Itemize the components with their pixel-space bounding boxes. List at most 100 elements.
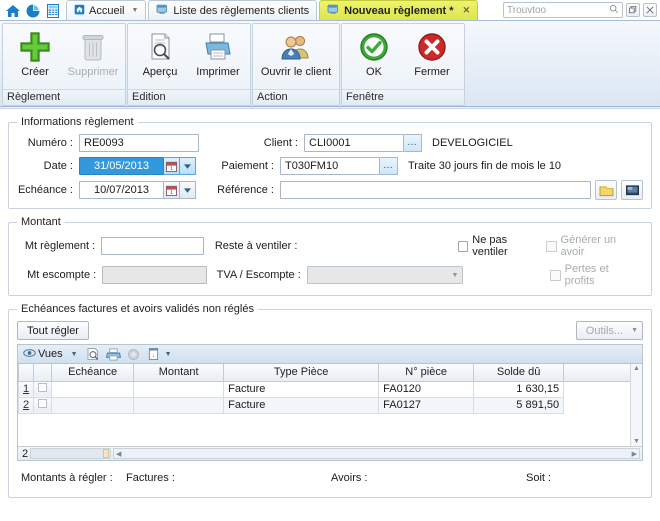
avoirs-label: Avoirs : <box>331 472 368 484</box>
table-row[interactable]: 1 Facture FA0120 1 630,15 <box>18 380 642 398</box>
apercu-button[interactable]: Aperçu <box>132 27 188 78</box>
count-slider[interactable] <box>30 448 111 459</box>
date-input[interactable]: 31/05/2013 <box>79 157 164 175</box>
eye-icon <box>23 348 36 361</box>
table-row[interactable]: 2 Facture FA0127 5 891,50 <box>18 396 642 414</box>
cell-solde-du: 5 891,50 <box>473 396 565 414</box>
supprimer-button[interactable]: Supprimer <box>65 27 121 78</box>
chevron-down-icon[interactable]: ▼ <box>131 7 138 14</box>
grid-status-scrollbar: 2 ◀ ▶ <box>18 446 642 460</box>
soit-label: Soit : <box>526 472 552 484</box>
ribbon-group-reglement: Créer Supprimer Règlement <box>2 23 126 106</box>
table-header: Echéance Montant Type Pièce N° pièce Sol… <box>18 364 642 382</box>
checkbox-box <box>546 240 557 252</box>
informations-reglement-legend: Informations règlement <box>21 116 134 128</box>
ne-pas-ventiler-label: Ne pas ventiler <box>472 234 508 258</box>
chevron-down-icon[interactable]: ▼ <box>447 272 462 279</box>
home-icon <box>74 4 85 18</box>
mt-reglement-label: Mt règlement : <box>24 240 96 252</box>
client-browse-button[interactable]: … <box>404 134 422 152</box>
tab-liste-reglements-clients[interactable]: Liste des règlements clients <box>148 0 318 20</box>
row-select-checkbox[interactable] <box>33 396 53 414</box>
date-field[interactable]: 31/05/2013 1 <box>79 157 196 175</box>
home-icon[interactable] <box>5 3 21 19</box>
outils-button[interactable]: Outils... ▼ <box>575 321 643 340</box>
search-input[interactable]: Trouvtoo <box>503 2 623 18</box>
close-icon[interactable]: ✕ <box>463 5 471 16</box>
paiement-browse-button[interactable]: … <box>380 157 398 175</box>
form-page: Informations règlement Numéro : RE0093 C… <box>0 108 660 521</box>
row-mt-reglement: Mt règlement : Reste à ventiler : Ne pas… <box>17 234 643 258</box>
totals-bar: Montants à régler : Factures : Avoirs : … <box>17 467 643 489</box>
vertical-scrollbar[interactable]: ▲ ▼ <box>630 364 642 446</box>
col-rownum <box>18 364 35 382</box>
col-type-piece[interactable]: Type Pièce <box>223 364 380 382</box>
client-input[interactable]: CLI0001 <box>304 134 404 152</box>
generer-un-avoir-checkbox[interactable]: Générer un avoir <box>546 234 637 258</box>
grid-preview-button[interactable] <box>84 346 102 362</box>
montant-group: Montant Mt règlement : Reste à ventiler … <box>8 216 652 296</box>
imprimer-label: Imprimer <box>196 66 240 78</box>
col-echeance[interactable]: Echéance <box>51 364 135 382</box>
creer-button[interactable]: Créer <box>7 27 63 78</box>
checkbox-box <box>550 269 561 281</box>
calendar-icon[interactable]: 1 <box>164 181 180 199</box>
echeances-table: Echéance Montant Type Pièce N° pièce Sol… <box>18 364 642 414</box>
tout-regler-button[interactable]: Tout régler <box>17 321 89 340</box>
grid-export-button[interactable]: ↓ ▼ <box>146 346 174 362</box>
vues-label: Vues <box>38 348 63 360</box>
col-select[interactable] <box>33 364 53 382</box>
note-button[interactable] <box>595 180 617 200</box>
scroll-left-icon[interactable]: ◀ <box>114 450 123 458</box>
horizontal-scrollbar[interactable]: ◀ ▶ <box>113 448 640 459</box>
tab-nouveau-reglement[interactable]: Nouveau règlement * ✕ <box>319 0 479 20</box>
paiement-input[interactable]: T030FM10 <box>280 157 380 175</box>
restore-window-button[interactable] <box>626 3 640 17</box>
mt-escompte-input <box>102 266 207 284</box>
echeance-input[interactable]: 10/07/2013 <box>79 181 164 199</box>
date-dropdown-button[interactable] <box>180 157 196 175</box>
scroll-right-icon[interactable]: ▶ <box>630 450 639 458</box>
calendar-icon[interactable]: 1 <box>164 157 180 175</box>
grid-print-button[interactable] <box>104 346 123 362</box>
scroll-down-icon[interactable]: ▼ <box>633 437 640 446</box>
fermer-button[interactable]: Fermer <box>404 27 460 78</box>
echeance-field[interactable]: 10/07/2013 1 <box>79 181 196 199</box>
vues-button[interactable]: Vues ▼ <box>21 346 80 362</box>
window-icon <box>327 4 340 18</box>
chevron-down-icon[interactable]: ▼ <box>165 351 172 358</box>
col-solde-du[interactable]: Solde dû <box>473 364 565 382</box>
search-area: Trouvtoo <box>503 2 657 18</box>
pie-chart-icon[interactable] <box>25 3 41 19</box>
scroll-up-icon[interactable]: ▲ <box>633 364 640 373</box>
apercu-label: Aperçu <box>142 66 178 78</box>
ok-button[interactable]: OK <box>346 27 402 78</box>
title-tab-bar: Accueil ▼ Liste des règlements clients N… <box>0 0 660 21</box>
col-num-piece[interactable]: N° pièce <box>378 364 475 382</box>
fermer-label: Fermer <box>414 66 450 78</box>
spreadsheet-icon[interactable] <box>45 3 61 19</box>
reference-input[interactable] <box>280 181 591 199</box>
imprimer-button[interactable]: Imprimer <box>190 27 246 78</box>
monitor-button[interactable] <box>621 180 643 200</box>
table-body: 1 Facture FA0120 1 630,15 2 Facture FA01… <box>18 380 642 414</box>
close-window-button[interactable] <box>643 3 657 17</box>
cell-montant <box>133 396 225 414</box>
col-montant[interactable]: Montant <box>133 364 225 382</box>
tva-escompte-select[interactable]: ▼ <box>306 266 464 284</box>
pertes-et-profits-checkbox[interactable]: Pertes et profits <box>550 263 637 287</box>
ouvrir-le-client-button[interactable]: Ouvrir le client <box>257 27 335 78</box>
slider-grip[interactable] <box>103 449 109 458</box>
ok-label: OK <box>366 66 382 78</box>
ne-pas-ventiler-checkbox[interactable]: Ne pas ventiler <box>457 234 540 258</box>
printer-icon <box>201 29 235 65</box>
tab-accueil[interactable]: Accueil ▼ <box>66 0 147 20</box>
mt-reglement-input[interactable] <box>101 237 205 255</box>
search-icon[interactable] <box>609 4 619 17</box>
mt-escompte-label: Mt escompte : <box>27 269 97 281</box>
echeance-dropdown-button[interactable] <box>180 181 196 199</box>
chevron-down-icon[interactable]: ▼ <box>631 327 638 334</box>
chevron-down-icon[interactable]: ▼ <box>71 351 78 358</box>
numero-input[interactable]: RE0093 <box>79 134 199 152</box>
row-select-checkbox[interactable] <box>33 380 53 398</box>
